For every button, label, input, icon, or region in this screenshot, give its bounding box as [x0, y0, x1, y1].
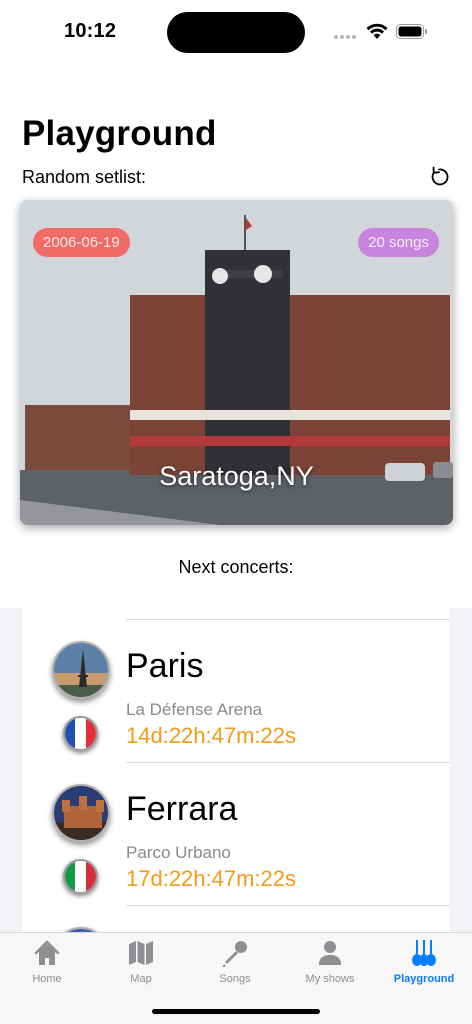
setlist-city: Saratoga,NY: [159, 461, 314, 491]
concerts-list: Paris La Défense Arena 14d:22h:47m:22s F…: [22, 608, 450, 938]
random-setlist-label: Random setlist:: [22, 167, 147, 187]
concert-countdown: 17d:22h:47m:22s: [126, 866, 297, 891]
setlist-songs-badge: 20 songs: [358, 228, 439, 257]
tab-label: My shows: [305, 973, 355, 985]
battery-icon: [396, 24, 427, 39]
wifi-icon: [366, 23, 388, 39]
page-title: Playground: [22, 114, 217, 153]
tab-playground[interactable]: Playground: [377, 933, 471, 993]
tab-label: Playground: [393, 973, 455, 985]
tab-map[interactable]: Map: [94, 933, 188, 993]
person-icon: [319, 941, 341, 965]
next-concerts-title: Next concerts:: [178, 557, 294, 577]
concert-venue: La Défense Arena: [126, 700, 263, 719]
paris-city-image: [52, 641, 110, 699]
concert-row-paris[interactable]: Paris La Défense Arena 14d:22h:47m:22s: [22, 619, 450, 762]
setlist-date-badge: 2006-06-19: [33, 228, 130, 257]
tab-songs[interactable]: Songs: [188, 933, 282, 993]
concert-city: Paris: [126, 647, 204, 685]
map-icon: [129, 941, 153, 965]
random-setlist-card[interactable]: 2006-06-19 20 songs Saratoga,NY: [20, 200, 453, 525]
house-icon: [34, 940, 60, 965]
tab-label: Home: [32, 973, 62, 985]
concert-venue: Parco Urbano: [126, 843, 231, 862]
home-indicator: [152, 1009, 320, 1014]
italy-flag-icon: [63, 859, 98, 894]
tab-label: Map: [130, 973, 152, 985]
refresh-icon[interactable]: [428, 166, 450, 188]
ferrara-city-image: [52, 784, 110, 842]
tab-label: Songs: [219, 973, 251, 985]
cellular-signal-icon: [334, 35, 356, 39]
status-bar: 10:12: [0, 0, 472, 60]
row-separator: [126, 619, 450, 620]
concert-city: Ferrara: [126, 790, 238, 828]
dynamic-island: [167, 12, 305, 53]
row-separator: [126, 762, 450, 763]
concert-countdown: 14d:22h:47m:22s: [126, 723, 297, 748]
france-flag-icon: [63, 716, 98, 751]
concert-row-ferrara[interactable]: Ferrara Parco Urbano 17d:22h:47m:22s: [22, 762, 450, 905]
row-separator: [126, 905, 450, 906]
tab-home[interactable]: Home: [0, 933, 94, 993]
status-time: 10:12: [64, 20, 117, 42]
microphone-icon: [222, 941, 247, 967]
guitars-icon: [412, 940, 436, 966]
tab-my-shows[interactable]: My shows: [283, 933, 377, 993]
